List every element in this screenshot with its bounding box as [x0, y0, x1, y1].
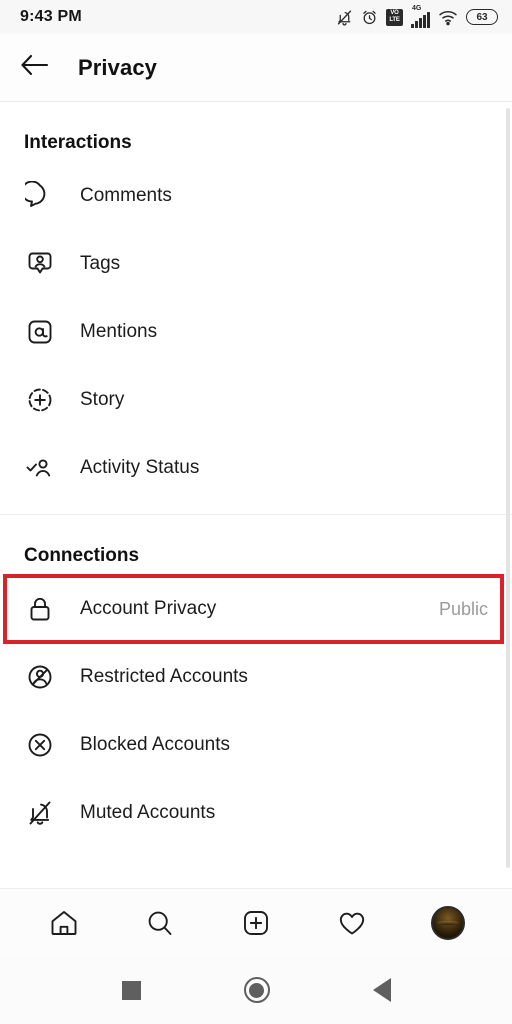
list-item-label: Activity Status [80, 457, 200, 478]
network-type-label: 4G [412, 4, 422, 12]
tag-person-icon [24, 248, 56, 280]
list-item-label: Tags [80, 253, 121, 274]
muted-account-icon [24, 797, 56, 829]
activity-status-icon [24, 452, 56, 484]
list-item-label: Story [80, 389, 125, 410]
profile-avatar-icon[interactable] [422, 897, 474, 949]
avatar [431, 905, 465, 940]
recents-square-icon[interactable] [121, 980, 141, 1000]
wifi-icon [438, 9, 458, 26]
mention-at-icon [24, 316, 56, 348]
silent-bell-icon [336, 9, 353, 26]
section-header-connections: Connections [24, 545, 140, 566]
volte-icon: VO LTE [386, 8, 403, 26]
battery-level-label: 63 [476, 11, 488, 23]
list-item-blocked-accounts[interactable]: Blocked Accounts [0, 711, 512, 779]
settings-list: Interactions Comments Tags Mentions Stor… [0, 102, 512, 888]
volte-line-1: VO [390, 10, 399, 16]
home-icon[interactable] [38, 897, 90, 949]
list-item-label: Comments [80, 185, 172, 206]
volte-line-2: LTE [389, 17, 400, 23]
create-post-icon[interactable] [230, 897, 282, 949]
signal-4g-icon: 4G [411, 4, 430, 28]
section-header-interactions: Interactions [24, 132, 132, 153]
page-title: Privacy [78, 54, 157, 80]
list-item-label: Account Privacy [80, 598, 217, 619]
search-icon[interactable] [134, 897, 186, 949]
status-bar: 9:43 PM VO LTE 4G 63 [0, 0, 512, 34]
list-item-muted-accounts[interactable]: Muted Accounts [0, 779, 512, 847]
list-item-mentions[interactable]: Mentions [0, 298, 512, 366]
list-item-label: Restricted Accounts [80, 666, 248, 687]
android-system-navigation [0, 956, 512, 1024]
list-item-account-privacy[interactable]: Account Privacy Public [0, 574, 512, 644]
battery-icon: 63 [466, 9, 498, 25]
phone-screen: 9:43 PM VO LTE 4G 63 Privacy Interaction… [0, 0, 512, 1024]
list-item-label: Mentions [80, 321, 158, 342]
list-item-restricted-accounts[interactable]: Restricted Accounts [0, 643, 512, 711]
list-item-label: Blocked Accounts [80, 734, 230, 755]
status-time: 9:43 PM [20, 8, 82, 25]
alarm-clock-icon [361, 9, 378, 26]
home-circle-icon[interactable] [243, 977, 270, 1003]
list-item-tags[interactable]: Tags [0, 230, 512, 298]
blocked-account-icon [24, 729, 56, 761]
status-icon-group: VO LTE 4G 63 [336, 4, 498, 28]
page-header: Privacy [0, 34, 512, 102]
list-item-story[interactable]: Story [0, 366, 512, 434]
back-arrow-icon[interactable] [20, 52, 50, 83]
heart-activity-icon[interactable] [326, 897, 378, 949]
lock-icon [24, 593, 56, 625]
story-plus-icon [24, 384, 56, 416]
comment-bubble-icon [24, 180, 56, 212]
list-item-label: Muted Accounts [80, 802, 216, 823]
restricted-account-icon [24, 661, 56, 693]
account-privacy-value: Public [438, 598, 488, 619]
list-item-activity-status[interactable]: Activity Status [0, 434, 512, 502]
list-item-comments[interactable]: Comments [0, 162, 512, 230]
bottom-navigation-bar [0, 888, 512, 956]
back-triangle-icon[interactable] [372, 978, 391, 1002]
